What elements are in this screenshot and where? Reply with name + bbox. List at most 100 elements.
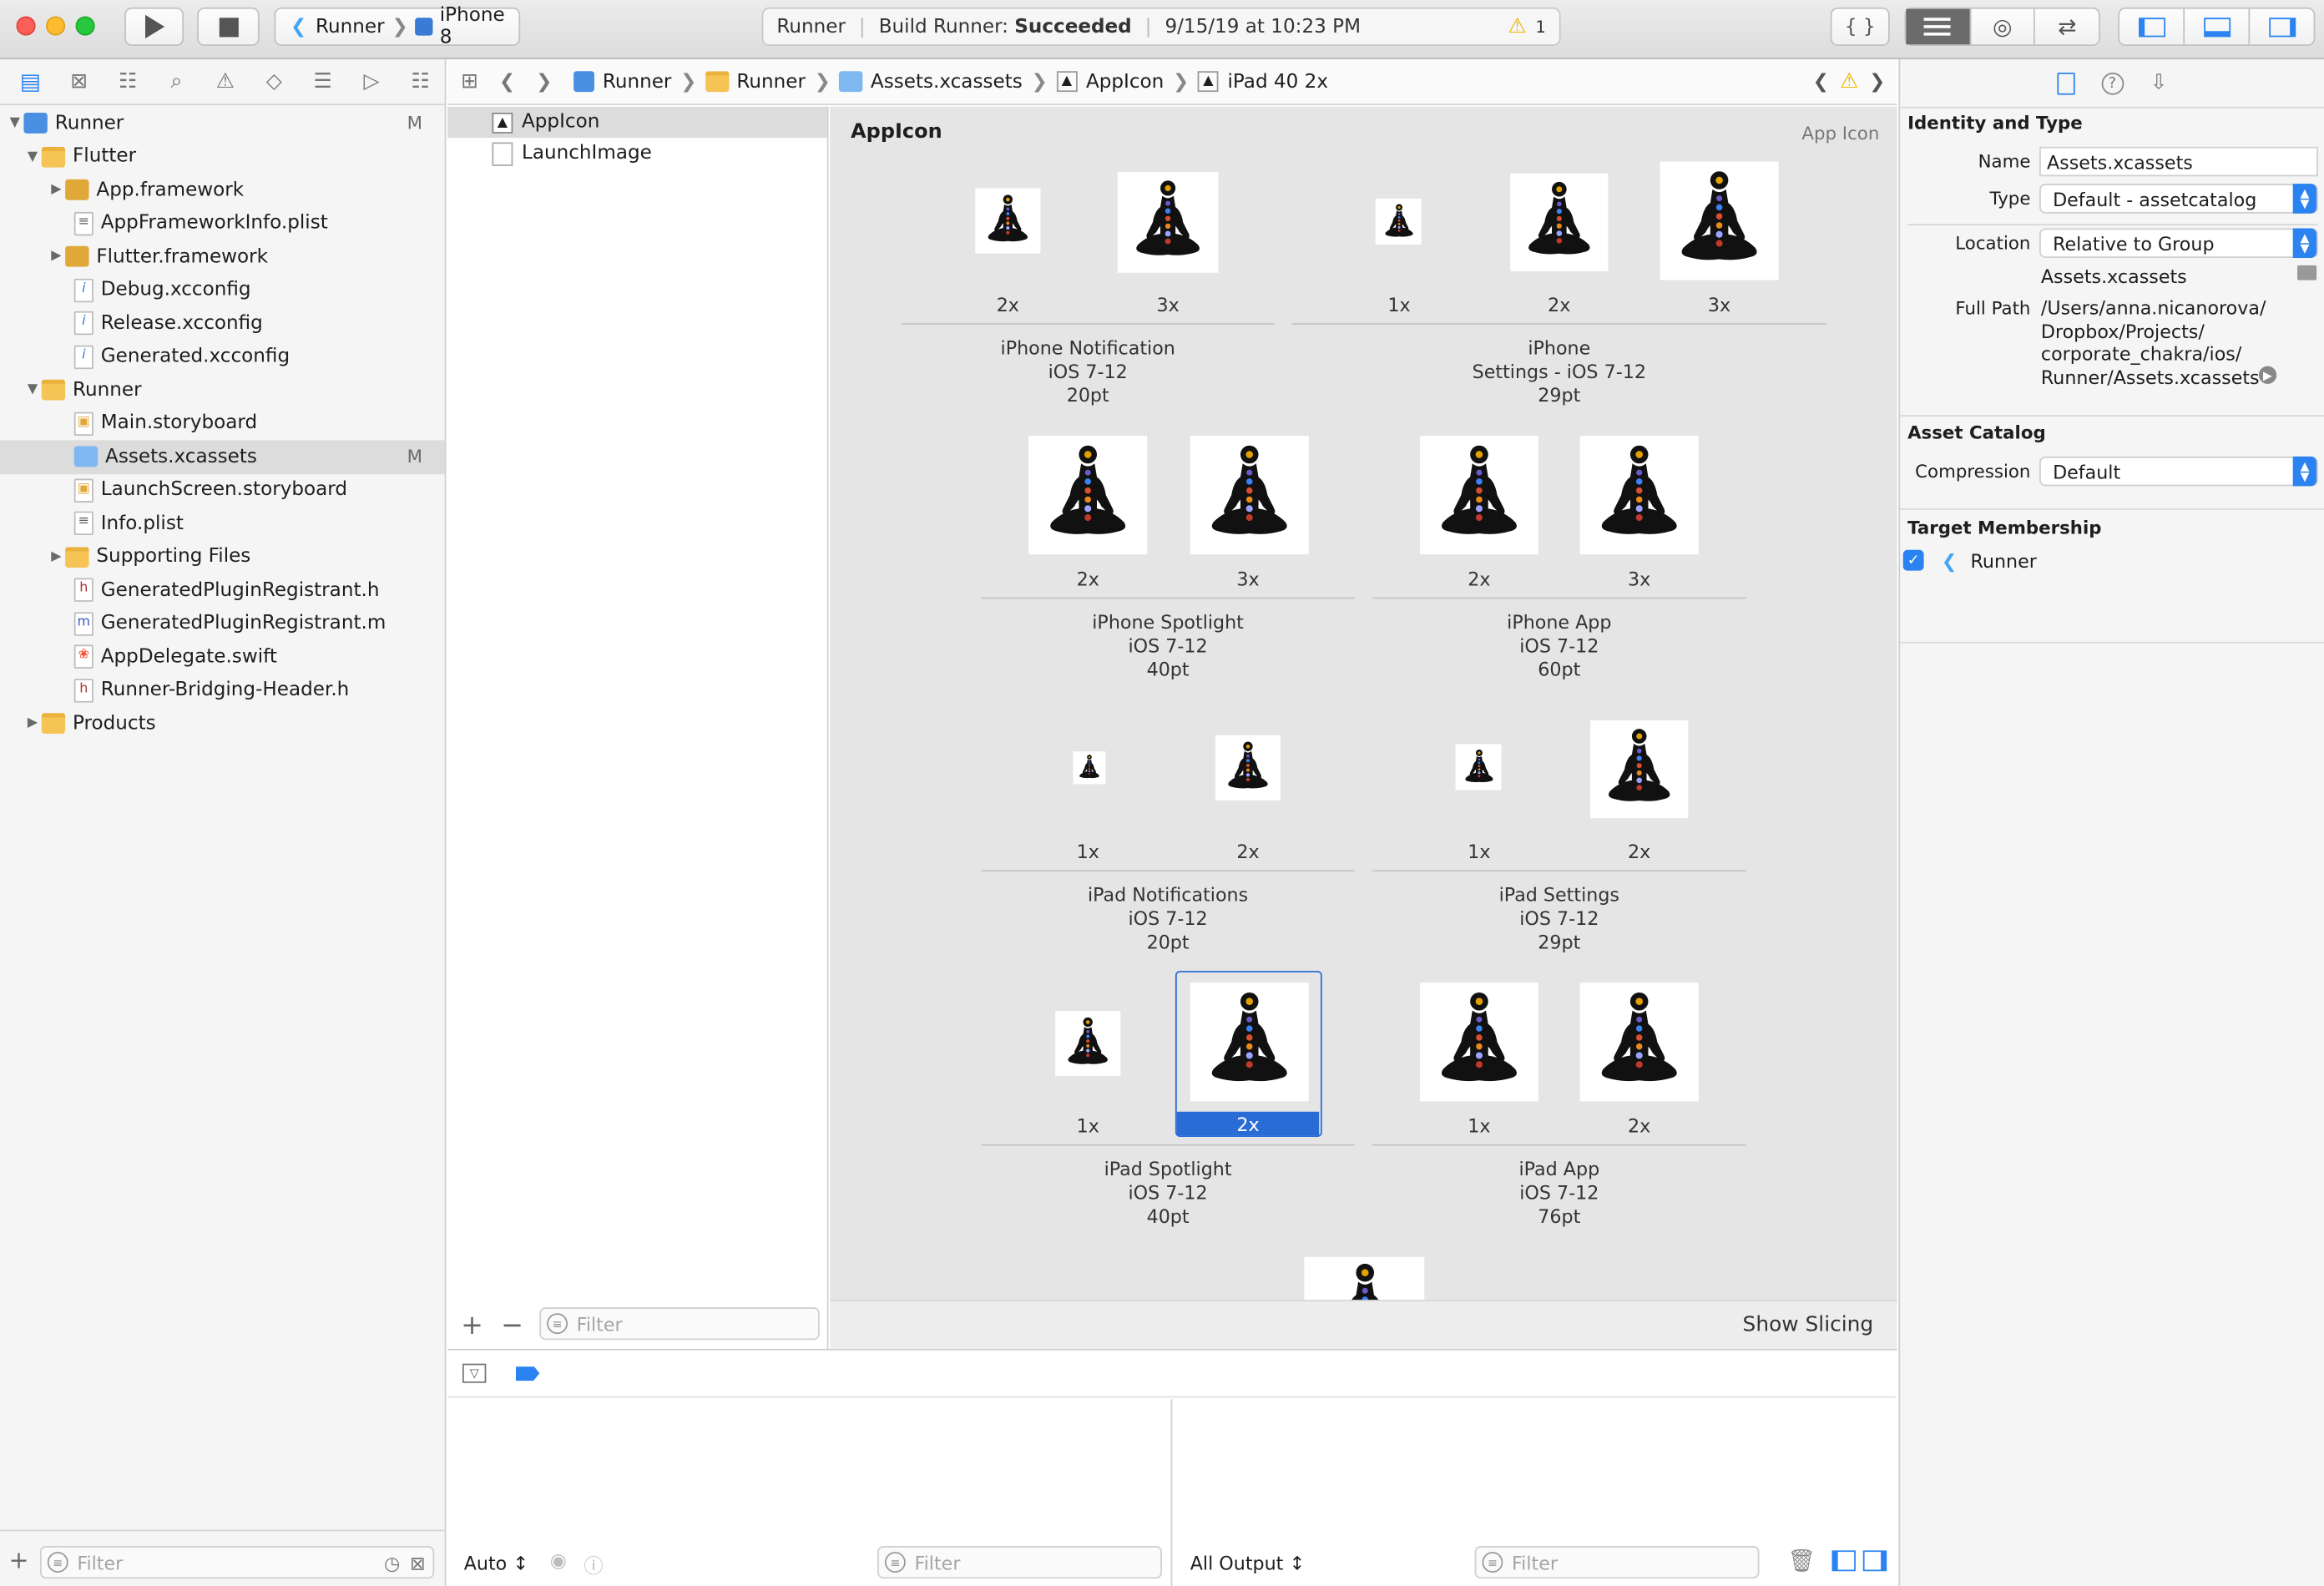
- file-inspector-icon[interactable]: [2056, 72, 2075, 94]
- show-console-icon[interactable]: [1862, 1550, 1887, 1572]
- folder-icon[interactable]: ▤: [6, 68, 54, 95]
- console-filter-input[interactable]: ≡ Filter: [1474, 1546, 1760, 1579]
- asset-filter-input[interactable]: ≡ Filter: [539, 1307, 820, 1341]
- warning-count[interactable]: 1: [1535, 17, 1545, 36]
- breakpoint-icon[interactable]: ▷: [347, 69, 396, 93]
- tree-item-info-plist[interactable]: ≡ Info.plist: [0, 507, 445, 540]
- assistant-editor-button[interactable]: ◎: [1971, 8, 2036, 45]
- tree-item-launchscreen-storyboard[interactable]: ▣ LaunchScreen.storyboard: [0, 473, 445, 507]
- breadcrumb-item[interactable]: Runner: [736, 70, 806, 93]
- standard-editor-button[interactable]: [1906, 8, 1971, 45]
- disclosure-closed-icon[interactable]: ▶: [48, 549, 65, 564]
- show-variables-icon[interactable]: [1831, 1550, 1856, 1572]
- breadcrumb-item[interactable]: AppIcon: [1086, 70, 1164, 93]
- info-icon[interactable]: ⓘ: [584, 1550, 604, 1578]
- target-checkbox[interactable]: ✓: [1902, 549, 1924, 571]
- disclosure-open-icon[interactable]: ▼: [23, 383, 41, 398]
- close-window-button[interactable]: [16, 16, 36, 36]
- tree-item-runner-group[interactable]: ▼ Runner: [0, 373, 445, 407]
- back-icon[interactable]: ❮: [499, 70, 515, 93]
- tree-item-products[interactable]: ▶ Products: [0, 707, 445, 740]
- related-items-icon[interactable]: ⊞: [461, 69, 478, 93]
- navigator-filter-input[interactable]: ≡ Filter ◷ ⊠: [39, 1546, 435, 1579]
- disclosure-closed-icon[interactable]: ▶: [23, 716, 41, 731]
- show-slicing-button[interactable]: Show Slicing: [1743, 1313, 1874, 1336]
- variables-scope-popup[interactable]: Auto ↕: [464, 1552, 528, 1574]
- icon-well[interactable]: [1190, 436, 1309, 555]
- icon-well[interactable]: [1510, 173, 1609, 271]
- disclosure-open-icon[interactable]: ▼: [6, 116, 23, 131]
- asset-item-appicon[interactable]: ▲ AppIcon: [447, 106, 827, 139]
- remove-asset-icon[interactable]: −: [501, 1311, 523, 1341]
- icon-well[interactable]: [1660, 161, 1779, 280]
- toggle-navigator-button[interactable]: [2119, 8, 2185, 45]
- tree-item-flutter-group[interactable]: ▼ Flutter: [0, 140, 445, 174]
- find-icon[interactable]: ⌕: [152, 69, 200, 93]
- hide-debug-icon[interactable]: ▽: [462, 1363, 487, 1383]
- tree-item-release-xcconfig[interactable]: i Release.xcconfig: [0, 307, 445, 341]
- library-button[interactable]: { }: [1830, 7, 1890, 47]
- tree-item-runner-project[interactable]: ▼ Runner M: [0, 107, 445, 140]
- debug-icon[interactable]: ☰: [298, 69, 346, 93]
- reveal-folder-icon[interactable]: [2297, 265, 2317, 280]
- compression-popup[interactable]: Default ▲ ▼: [2039, 456, 2318, 487]
- icon-well[interactable]: [1028, 436, 1148, 555]
- disclosure-closed-icon[interactable]: ▶: [48, 183, 65, 198]
- tree-item-pluginregistrant-h[interactable]: h GeneratedPluginRegistrant.h: [0, 573, 445, 607]
- warning-icon[interactable]: ⚠: [1508, 15, 1526, 38]
- tree-item-flutter-framework[interactable]: ▶ Flutter.framework: [0, 240, 445, 274]
- add-asset-icon[interactable]: +: [461, 1311, 483, 1341]
- breadcrumb-item[interactable]: Runner: [603, 70, 672, 93]
- eye-icon[interactable]: ◉: [550, 1550, 567, 1573]
- icon-well[interactable]: [1419, 982, 1538, 1102]
- activity-view[interactable]: Runner | Build Runner: Succeeded | 9/15/…: [761, 7, 1561, 47]
- icon-well[interactable]: [1579, 436, 1699, 555]
- icon-well[interactable]: [1304, 1256, 1425, 1301]
- icon-well[interactable]: [1455, 744, 1502, 790]
- type-popup[interactable]: Default - assetcatalog ▲ ▼: [2039, 184, 2318, 214]
- minimize-window-button[interactable]: [46, 16, 66, 36]
- icon-well[interactable]: [1073, 751, 1106, 785]
- zoom-window-button[interactable]: [75, 16, 95, 36]
- location-popup[interactable]: Relative to Group ▲ ▼: [2039, 228, 2318, 258]
- variables-filter-input[interactable]: ≡ Filter: [877, 1546, 1162, 1579]
- issue-icon[interactable]: ⚠: [201, 69, 250, 93]
- run-button[interactable]: [124, 7, 184, 47]
- toggle-inspector-button[interactable]: [2250, 9, 2313, 45]
- recent-files-icon[interactable]: ◷: [384, 1551, 400, 1573]
- scm-filter-icon[interactable]: ⊠: [410, 1551, 426, 1573]
- tree-item-assets-xcassets[interactable]: Assets.xcassets M: [0, 440, 445, 474]
- icon-well[interactable]: [975, 188, 1041, 254]
- trash-icon[interactable]: 🗑: [1787, 1548, 1816, 1574]
- attributes-inspector-icon[interactable]: ⇩: [2150, 71, 2168, 94]
- icon-well[interactable]: [1375, 198, 1422, 245]
- forward-icon[interactable]: ❯: [536, 70, 552, 93]
- asset-item-launchimage[interactable]: LaunchImage: [447, 138, 827, 169]
- selected-icon-slot[interactable]: 2x: [1175, 971, 1322, 1137]
- icon-well[interactable]: [1419, 436, 1538, 555]
- source-control-icon[interactable]: ⊠: [54, 69, 103, 93]
- console-output-popup[interactable]: All Output ↕: [1190, 1552, 1305, 1574]
- disclosure-closed-icon[interactable]: ▶: [48, 250, 65, 265]
- name-field[interactable]: Assets.xcassets: [2039, 146, 2318, 177]
- help-icon[interactable]: ?: [2100, 72, 2124, 94]
- icon-well[interactable]: [1117, 171, 1219, 273]
- tree-item-pluginregistrant-m[interactable]: m GeneratedPluginRegistrant.m: [0, 607, 445, 640]
- report-icon[interactable]: ☷: [396, 69, 444, 93]
- icon-well[interactable]: [1579, 982, 1699, 1102]
- stop-button[interactable]: [197, 7, 260, 47]
- breakpoints-toggle-icon[interactable]: [515, 1366, 540, 1381]
- next-issue-icon[interactable]: ❯: [1869, 70, 1885, 93]
- version-editor-button[interactable]: ⇄: [2035, 9, 2099, 45]
- symbol-icon[interactable]: ☷: [104, 69, 152, 93]
- breadcrumb-item[interactable]: Assets.xcassets: [871, 70, 1023, 93]
- tree-item-app-framework[interactable]: ▶ App.framework: [0, 174, 445, 207]
- tree-item-supporting-files[interactable]: ▶ Supporting Files: [0, 540, 445, 573]
- tree-item-appframeworkinfo-plist[interactable]: ≡ AppFrameworkInfo.plist: [0, 207, 445, 240]
- tree-item-appdelegate-swift[interactable]: ❀ AppDelegate.swift: [0, 640, 445, 674]
- disclosure-open-icon[interactable]: ▼: [23, 149, 41, 164]
- tree-item-generated-xcconfig[interactable]: i Generated.xcconfig: [0, 341, 445, 374]
- icon-well[interactable]: [1190, 982, 1309, 1102]
- tree-item-main-storyboard[interactable]: ▣ Main.storyboard: [0, 407, 445, 440]
- previous-issue-icon[interactable]: ❮: [1813, 70, 1829, 93]
